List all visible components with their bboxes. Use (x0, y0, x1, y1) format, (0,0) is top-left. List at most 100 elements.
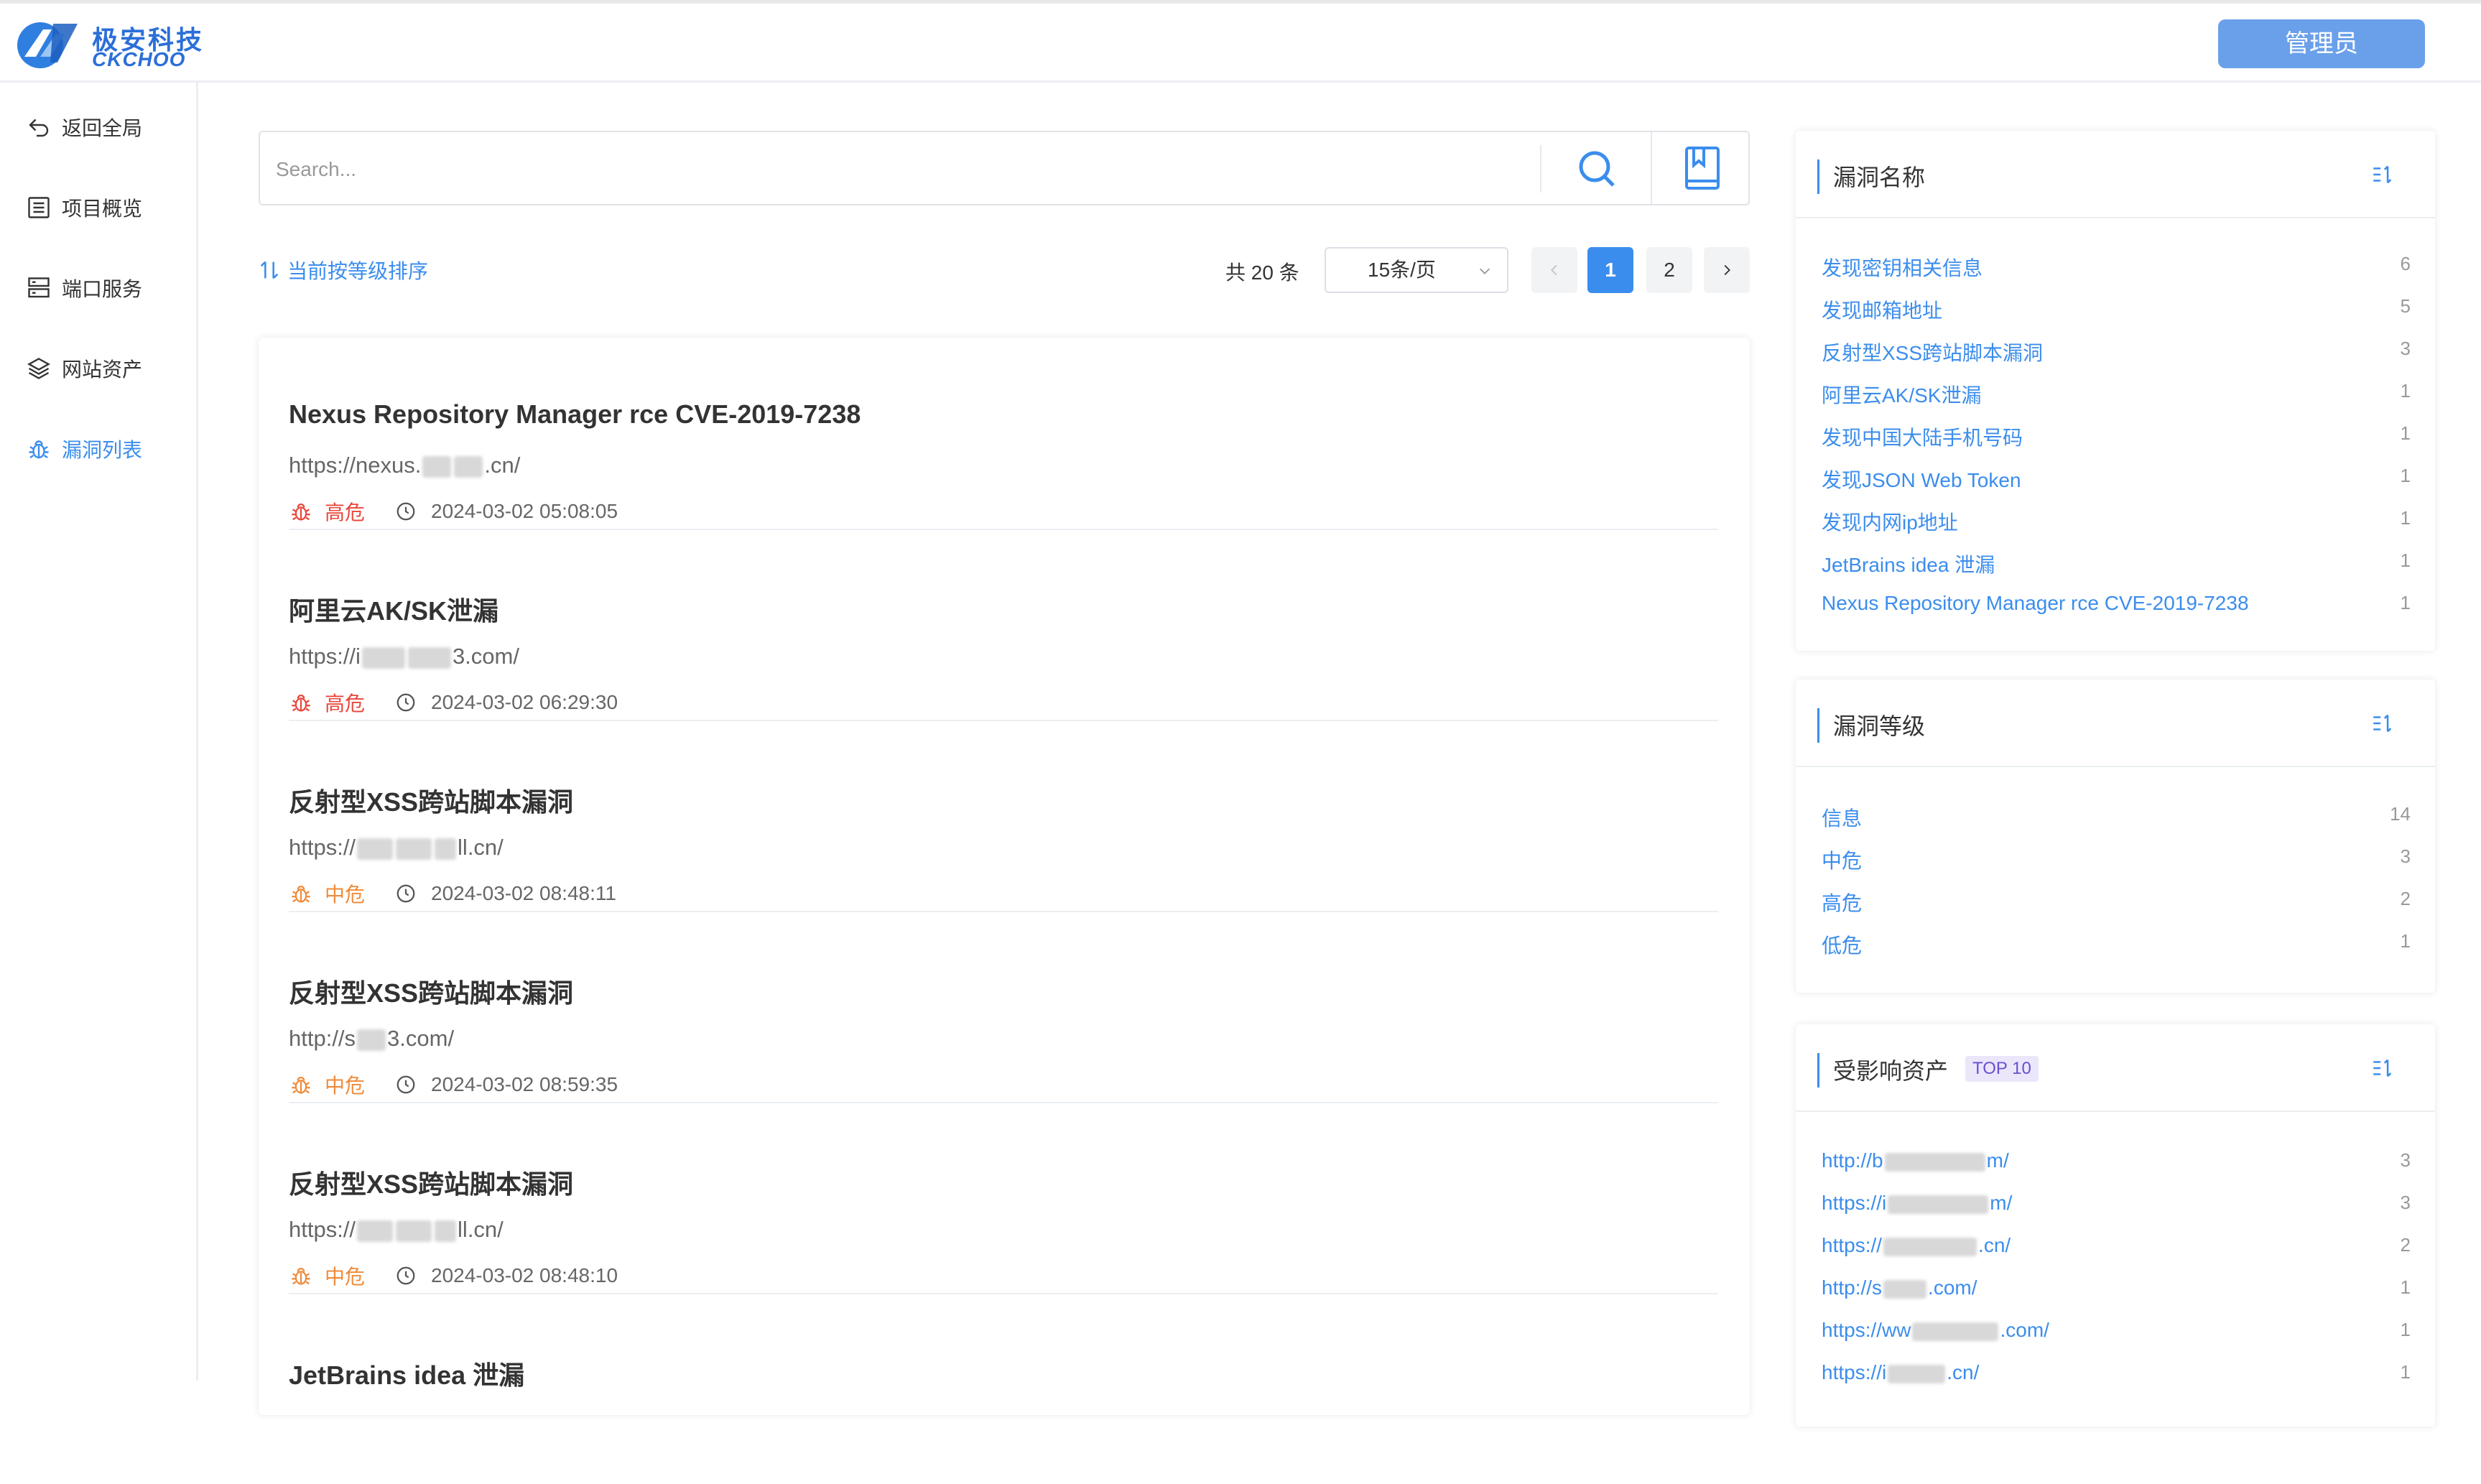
vuln-title[interactable]: Nexus Repository Manager rce CVE-2019-72… (289, 399, 861, 430)
url-suffix: .cn/ (484, 453, 521, 478)
row-label: 发现邮箱地址 (1822, 300, 1943, 322)
vuln-url[interactable]: http://s 3.com/ (289, 1026, 454, 1052)
bug-icon (29, 440, 49, 459)
sidebar: 返回全局 项目概览 端口服务 网站资产 漏洞列表 (0, 83, 198, 1381)
vuln-url[interactable]: https://i 3.com/ (289, 644, 519, 669)
vuln-meta: 中危 2024-03-02 08:48:10 (289, 1261, 618, 1290)
sidebar-item-label: 项目概览 (62, 198, 143, 220)
app-header: 极安科技 CKCHOO 管理员 (0, 4, 2481, 83)
admin-button[interactable]: 管理员 (2218, 19, 2425, 68)
redacted-block (422, 455, 452, 478)
label-prefix: https:// (1822, 1234, 1883, 1256)
vuln-title[interactable]: 反射型XSS跨站脚本漏洞 (289, 973, 573, 1010)
label-suffix: m/ (1990, 1192, 2013, 1214)
list-item[interactable]: 发现邮箱地址 5 (1822, 295, 2411, 324)
sidebar-item-ports[interactable]: 端口服务 (26, 266, 142, 310)
severity-label: 高危 (325, 692, 366, 715)
next-page-button[interactable] (1704, 247, 1750, 293)
list-item[interactable]: 高危 2 (1822, 888, 2411, 917)
row-label: 高危 (1822, 892, 1863, 914)
vuln-title[interactable]: JetBrains idea 泄漏 (289, 1355, 524, 1392)
redacted-block (1883, 1279, 1927, 1299)
list-item[interactable]: Nexus Repository Manager rce CVE-2019-72… (289, 338, 1718, 530)
label-suffix: .com/ (2000, 1319, 2049, 1341)
page-size-select[interactable]: 15条/页 (1325, 247, 1508, 293)
vuln-url[interactable]: https:// ll.cn/ (289, 1217, 504, 1243)
list-item[interactable]: 低危 1 (1822, 930, 2411, 959)
vuln-url[interactable]: https://nexus. .cn/ (289, 453, 520, 478)
bug-icon (292, 503, 310, 521)
list-item[interactable]: 发现JSON Web Token 1 (1822, 465, 2411, 493)
sort-icon[interactable] (2370, 162, 2395, 187)
row-count: 3 (2400, 1192, 2411, 1213)
divider (1651, 132, 1652, 204)
row-count: 1 (2400, 592, 2411, 613)
list-item[interactable]: https://i m/3 (1822, 1192, 2411, 1220)
page-button-1[interactable]: 1 (1587, 247, 1633, 293)
vuln-title[interactable]: 阿里云AK/SK泄漏 (289, 590, 498, 628)
list-item[interactable]: 发现内网ip地址 1 (1822, 507, 2411, 536)
label-prefix: http://s (1822, 1276, 1883, 1299)
search-icon[interactable] (1569, 144, 1626, 194)
row-count: 1 (2400, 507, 2411, 529)
sort-icon[interactable] (2370, 1056, 2395, 1080)
row-label: 阿里云AK/SK泄漏 (1822, 384, 1982, 407)
list-item[interactable]: 信息 14 (1822, 803, 2411, 832)
sort-toggle[interactable]: 当前按等级排序 (257, 256, 428, 284)
sidebar-item-overview[interactable]: 项目概览 (26, 186, 142, 229)
search-input[interactable] (274, 151, 1427, 188)
list-item[interactable]: 反射型XSS跨站脚本漏洞 https:// ll.cn/ 中危 2024-03-0… (289, 720, 1718, 912)
list-item[interactable]: http://s .com/1 (1822, 1276, 2411, 1305)
page-button-2[interactable]: 2 (1646, 247, 1692, 293)
vuln-title[interactable]: 反射型XSS跨站脚本漏洞 (289, 782, 573, 819)
affected-assets-panel: 受影响资产 TOP 10 http://b m/3 https://i m/3 ht… (1796, 1024, 2435, 1427)
list-item[interactable]: https://ww .com/1 (1822, 1319, 2411, 1348)
label-suffix: .cn/ (1947, 1361, 1980, 1383)
bookmark-icon[interactable] (1674, 144, 1731, 194)
list-item[interactable]: JetBrains idea 泄漏 1 (1822, 549, 2411, 578)
list-item[interactable]: https:// .cn/2 (1822, 1234, 2411, 1263)
bug-icon (292, 1267, 310, 1285)
sort-icon (260, 261, 279, 279)
row-count: 1 (2400, 549, 2411, 571)
back-icon (29, 119, 49, 137)
list-item[interactable]: 反射型XSS跨站脚本漏洞 http://s 3.com/ 中危 2024-03-0… (289, 911, 1718, 1103)
redacted-block (396, 1220, 432, 1242)
row-label: JetBrains idea 泄漏 (1822, 554, 1995, 576)
list-item[interactable]: 反射型XSS跨站脚本漏洞 3 (1822, 338, 2411, 366)
row-label: 发现JSON Web Token (1822, 469, 2021, 491)
clock-icon (397, 884, 415, 903)
row-count: 6 (2400, 253, 2411, 274)
severity-label: 高危 (325, 501, 366, 524)
vuln-meta: 高危 2024-03-02 06:29:30 (289, 688, 618, 717)
sidebar-item-vulns[interactable]: 漏洞列表 (26, 427, 142, 470)
redacted-block (407, 646, 451, 669)
list-item[interactable]: http://b m/3 (1822, 1149, 2411, 1178)
sidebar-item-assets[interactable]: 网站资产 (26, 347, 142, 390)
row-label: 反射型XSS跨站脚本漏洞 (1822, 342, 2044, 364)
url-prefix: https:// (289, 835, 356, 860)
panel-title: 漏洞等级 (1833, 713, 1926, 739)
list-item[interactable]: Nexus Repository Manager rce CVE-2019-72… (1822, 592, 2411, 621)
url-suffix: 3.com/ (452, 644, 519, 669)
list-item[interactable]: 发现密钥相关信息 6 (1822, 253, 2411, 282)
list-item[interactable]: 中危 3 (1822, 845, 2411, 874)
list-item[interactable]: 发现中国大陆手机号码 1 (1822, 422, 2411, 451)
brand-logo[interactable]: 极安科技 CKCHOO (14, 17, 230, 74)
url-prefix: https://nexus. (289, 453, 422, 478)
url-prefix: https://i (289, 644, 361, 669)
sort-icon[interactable] (2370, 711, 2395, 736)
list-item[interactable]: 反射型XSS跨站脚本漏洞 https:// ll.cn/ 中危 2024-03-0… (289, 1102, 1718, 1294)
row-count: 2 (2400, 888, 2411, 909)
list-item[interactable]: JetBrains idea 泄漏 (289, 1293, 1718, 1484)
list-item[interactable]: https://i .cn/1 (1822, 1361, 2411, 1390)
vuln-title[interactable]: 反射型XSS跨站脚本漏洞 (289, 1164, 573, 1201)
label-suffix: .cn/ (1978, 1234, 2011, 1256)
sidebar-item-back[interactable]: 返回全局 (26, 106, 142, 149)
list-item[interactable]: 阿里云AK/SK泄漏 https://i 3.com/ 高危 2024-03-02… (289, 529, 1718, 721)
vuln-meta: 中危 2024-03-02 08:48:11 (289, 879, 616, 908)
list-item[interactable]: 阿里云AK/SK泄漏 1 (1822, 380, 2411, 409)
vuln-url[interactable]: https:// ll.cn/ (289, 835, 504, 861)
prev-page-button[interactable] (1531, 247, 1577, 293)
row-label: 信息 (1822, 807, 1863, 830)
